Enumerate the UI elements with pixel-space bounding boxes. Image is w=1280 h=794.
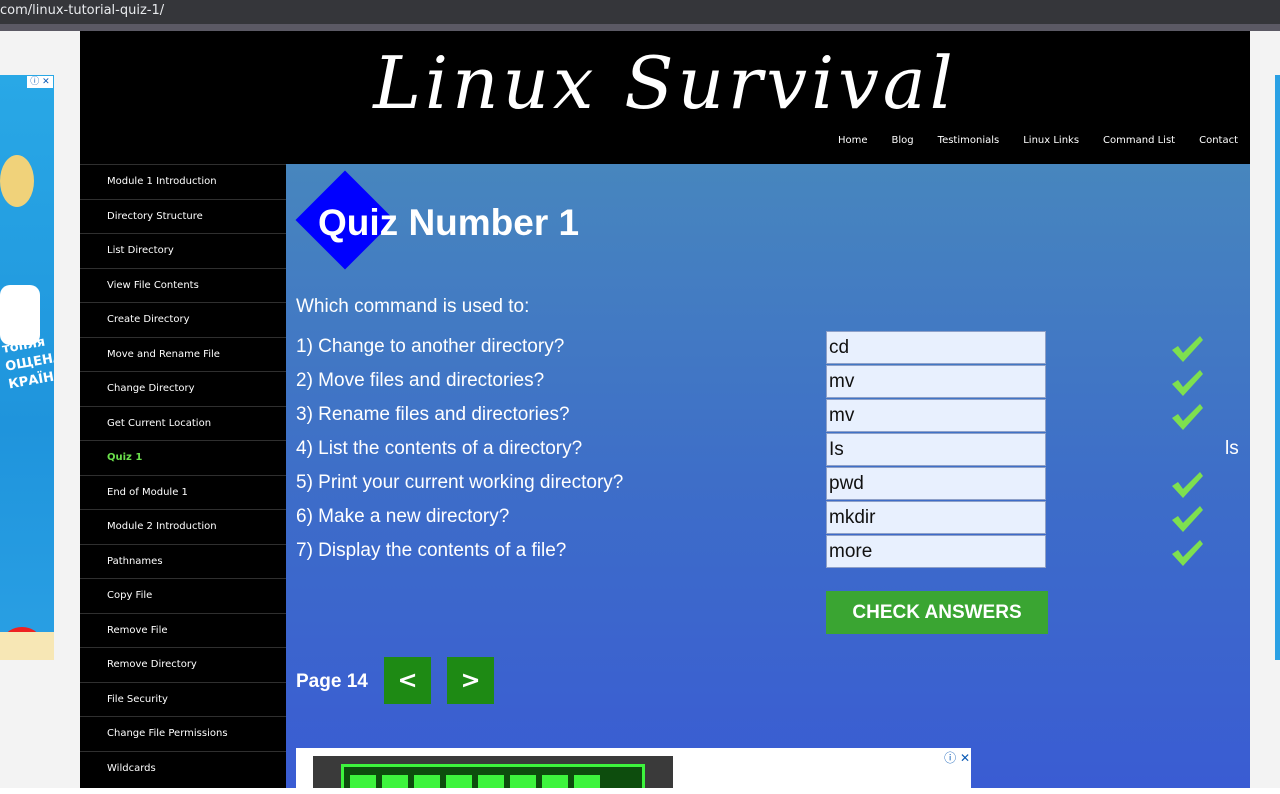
sidebar-item[interactable]: Pathnames (80, 543, 286, 579)
site-container: Linux Survival Home Blog Testimonials Li… (80, 31, 1250, 788)
sidebar-item[interactable]: Get Current Location (80, 405, 286, 441)
url-text: com/linux-tutorial-quiz-1/ (0, 3, 165, 18)
answer-input[interactable]: cd (826, 331, 1046, 364)
browser-toolbar-strip (0, 24, 1280, 31)
question-text: 1) Change to another directory? (296, 336, 565, 357)
checkmark-icon (1172, 472, 1203, 498)
sidebar-item[interactable]: Wildcards (80, 750, 286, 786)
sidebar-item[interactable]: Quiz 1 (80, 440, 286, 475)
sidebar-item[interactable]: Change File Permissions (80, 716, 286, 751)
browser-url-bar[interactable]: com/linux-tutorial-quiz-1/ (0, 0, 1280, 24)
answer-input[interactable]: pwd (826, 467, 1046, 500)
page-title: Quiz Number 1 (318, 202, 580, 243)
bottom-advertisement[interactable]: ⓘ ✕ (296, 748, 971, 788)
ad-close-icon[interactable]: ⓘ ✕ (944, 749, 970, 766)
question-text: 4) List the contents of a directory? (296, 438, 583, 459)
right-advertisement[interactable] (1275, 75, 1280, 660)
nav-linux-links[interactable]: Linux Links (1023, 135, 1079, 146)
question-text: 3) Rename files and directories? (296, 404, 570, 425)
question-text: 7) Display the contents of a file? (296, 540, 567, 561)
top-navigation: Home Blog Testimonials Linux Links Comma… (838, 135, 1238, 146)
sidebar-item[interactable]: Create Directory (80, 302, 286, 337)
sidebar-item[interactable]: End of Module 1 (80, 474, 286, 510)
sidebar-item[interactable]: Copy File (80, 578, 286, 613)
nav-blog[interactable]: Blog (892, 135, 914, 146)
site-logo[interactable]: Linux Survival (80, 41, 1250, 125)
question-text: 5) Print your current working directory? (296, 472, 624, 493)
check-answers-button[interactable]: CHECK ANSWERS (826, 591, 1048, 634)
checkmark-icon (1172, 540, 1203, 566)
nav-testimonials[interactable]: Testimonials (938, 135, 1000, 146)
page-bottom-strip (0, 788, 1280, 794)
sidebar-item[interactable]: Change Directory (80, 371, 286, 406)
nav-contact[interactable]: Contact (1199, 135, 1238, 146)
correct-answer-text: ls (1225, 438, 1239, 459)
ad-text: КС- ИВО топля ОЩЕНА КРАЇНІ (0, 302, 54, 393)
site-header: Linux Survival Home Blog Testimonials Li… (80, 31, 1250, 164)
ad-bars (350, 775, 600, 788)
ad-bottom-band (0, 632, 54, 660)
ad-close-icon[interactable]: ⓘ ✕ (27, 76, 53, 88)
checkmark-icon (1172, 404, 1203, 430)
answer-input[interactable]: mkdir (826, 501, 1046, 534)
ad-screen-image (313, 756, 673, 788)
answer-input[interactable]: more (826, 535, 1046, 568)
checkmark-icon (1172, 336, 1203, 362)
sidebar-item[interactable]: Module 2 Introduction (80, 509, 286, 544)
ad-screen-frame (341, 764, 645, 788)
page-number: Page 14 (296, 671, 368, 692)
prev-page-button[interactable]: < (384, 657, 431, 704)
sidebar: Module 1 Introduction Directory Structure… (80, 164, 286, 788)
checkmark-icon (1172, 506, 1203, 532)
sidebar-item[interactable]: View File Contents (80, 267, 286, 303)
sidebar-item[interactable]: List Directory (80, 233, 286, 268)
sidebar-item[interactable]: Remove Directory (80, 647, 286, 682)
left-advertisement[interactable]: КС- ИВО топля ОЩЕНА КРАЇНІ ⓘ ✕ (0, 75, 54, 660)
nav-home[interactable]: Home (838, 135, 868, 146)
nav-command-list[interactable]: Command List (1103, 135, 1175, 146)
next-page-button[interactable]: > (447, 657, 494, 704)
question-text: 6) Make a new directory? (296, 506, 510, 527)
answer-input[interactable]: mv (826, 365, 1046, 398)
answer-input[interactable]: Is (826, 433, 1046, 466)
sidebar-item[interactable]: Remove File (80, 612, 286, 648)
sidebar-item[interactable]: File Security (80, 681, 286, 717)
main-content: Quiz Number 1 Which command is used to: … (286, 164, 1250, 788)
question-text: 2) Move files and directories? (296, 370, 545, 391)
sidebar-item[interactable]: Move and Rename File (80, 336, 286, 372)
checkmark-icon (1172, 370, 1203, 396)
sidebar-item[interactable]: Module 1 Introduction (80, 164, 286, 199)
answer-input[interactable]: mv (826, 399, 1046, 432)
ad-chip-image (0, 155, 34, 207)
quiz-prompt: Which command is used to: (296, 296, 530, 317)
sidebar-item[interactable]: Directory Structure (80, 198, 286, 234)
